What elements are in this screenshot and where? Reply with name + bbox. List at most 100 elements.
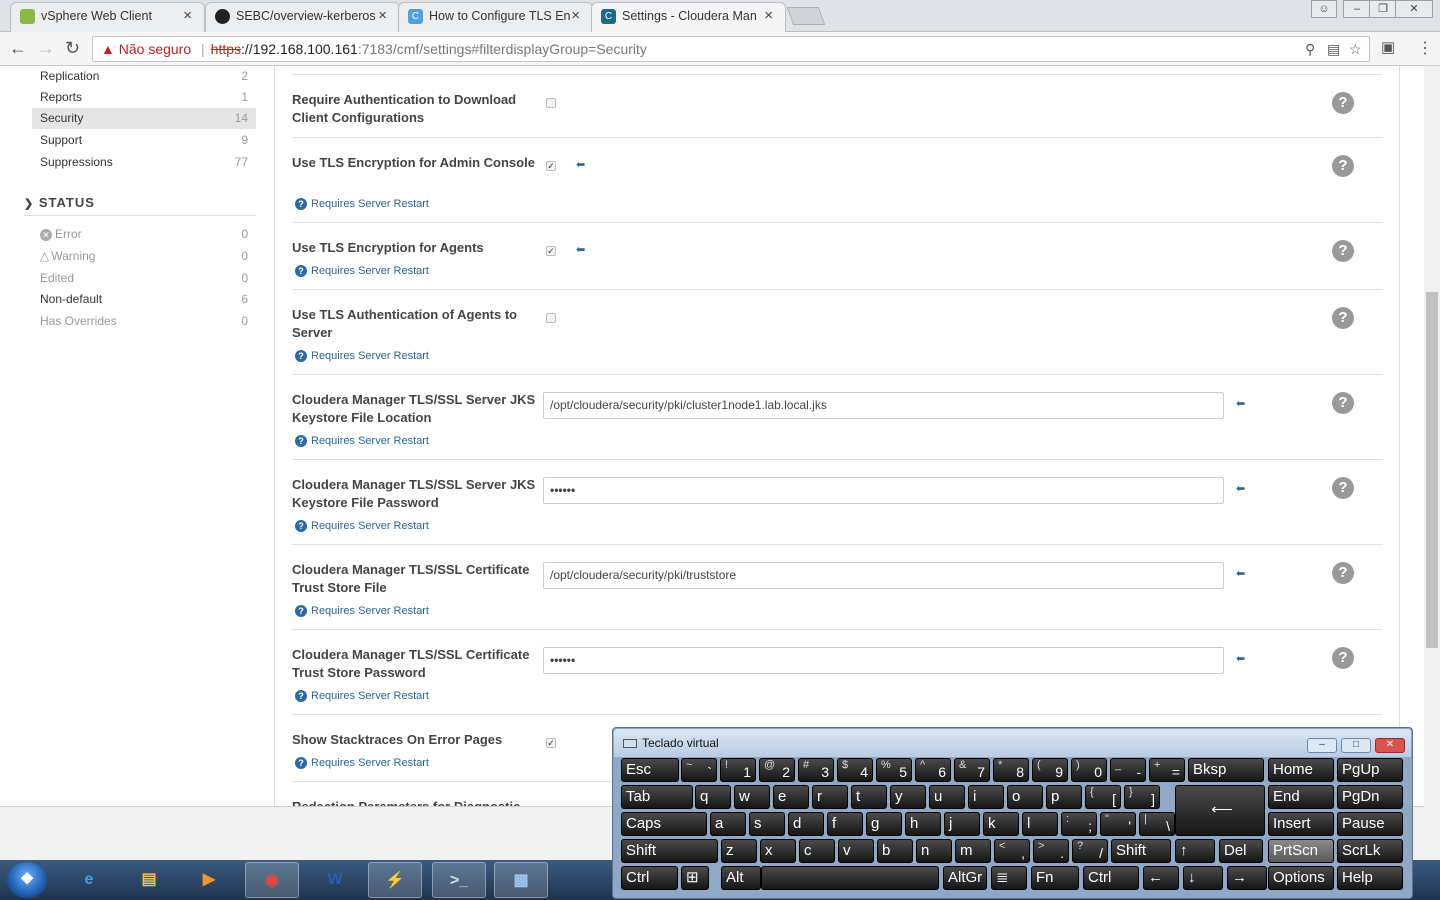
key-b[interactable]: b xyxy=(877,839,913,863)
key-symbol[interactable]: >. xyxy=(1033,839,1069,863)
key-symbol[interactable]: " ' xyxy=(1100,812,1136,836)
putty-icon[interactable]: ⚡ xyxy=(368,862,422,898)
key-bksp[interactable]: Bksp xyxy=(1188,758,1264,782)
key-windows-icon[interactable]: ⊞ xyxy=(681,866,709,890)
key-pgup[interactable]: PgUp xyxy=(1337,758,1403,782)
key-symbol[interactable]: → xyxy=(1227,866,1267,890)
key-u[interactable]: u xyxy=(929,785,965,809)
help-icon[interactable]: ? xyxy=(1332,647,1354,669)
key-v[interactable]: v xyxy=(838,839,874,863)
key-t[interactable]: t xyxy=(851,785,887,809)
keyboard-title-bar[interactable]: Teclado virtual – □ ✕ xyxy=(614,729,1411,757)
minimize-button[interactable]: – xyxy=(1307,738,1337,753)
status-item-error[interactable]: ✕ Error 0 xyxy=(32,224,256,245)
page-scrollbar[interactable] xyxy=(1424,66,1440,860)
setting-checkbox[interactable]: ✓ xyxy=(546,738,556,748)
keystore-location-input[interactable]: /opt/cloudera/security/pki/cluster1node1… xyxy=(543,392,1224,419)
key-symbol[interactable]: | \ xyxy=(1139,812,1175,836)
key-symbol[interactable]: :; xyxy=(1061,812,1097,836)
key-ctrl[interactable]: Ctrl xyxy=(621,866,678,890)
key-6[interactable]: ^ 6 xyxy=(915,758,951,782)
key-o[interactable]: o xyxy=(1007,785,1043,809)
key-r[interactable]: r xyxy=(812,785,848,809)
key-insert[interactable]: Insert xyxy=(1268,812,1334,836)
key-y[interactable]: y xyxy=(890,785,926,809)
key-menu-icon[interactable]: ≣ xyxy=(991,866,1027,890)
word-icon[interactable]: W xyxy=(308,862,362,898)
key-esc[interactable]: Esc xyxy=(621,758,679,782)
key-symbol[interactable]: ↓ xyxy=(1183,866,1223,890)
menu-icon[interactable]: ⋮ xyxy=(1417,38,1433,58)
status-item-has-overrides[interactable]: Has Overrides 0 xyxy=(32,311,256,332)
close-icon[interactable]: × xyxy=(183,3,192,29)
zoom-icon[interactable]: ⚲ xyxy=(1305,37,1315,61)
key-symbol[interactable]: _ - xyxy=(1110,758,1146,782)
scrollbar-thumb[interactable] xyxy=(1426,292,1438,648)
tab-github[interactable]: SEBC/overview-kerberos × xyxy=(205,2,400,32)
key-w[interactable]: w xyxy=(734,785,770,809)
key-k[interactable]: k xyxy=(983,812,1019,836)
sidebar-item-suppressions[interactable]: Suppressions 77 xyxy=(32,152,256,173)
tab-settings[interactable]: C Settings - Cloudera Man × xyxy=(591,2,786,33)
setting-checkbox[interactable]: ✓ xyxy=(546,161,556,171)
setting-checkbox[interactable] xyxy=(546,98,556,108)
key-ctrl[interactable]: Ctrl xyxy=(1083,866,1139,890)
key-7[interactable]: & 7 xyxy=(954,758,990,782)
key-options[interactable]: Options xyxy=(1268,866,1334,890)
url-bar[interactable]: ▲ Não seguro | https://192.168.100.161:71… xyxy=(92,36,1370,62)
key-d[interactable]: d xyxy=(788,812,824,836)
key-alt[interactable]: Alt xyxy=(721,866,761,890)
key-symbol[interactable]: ? / xyxy=(1072,839,1108,863)
extension-icon[interactable]: ▣ xyxy=(1381,38,1395,56)
key-m[interactable]: m xyxy=(955,839,991,863)
help-icon[interactable]: ? xyxy=(1332,155,1354,177)
truststore-password-input[interactable]: •••••• xyxy=(543,647,1224,674)
key-help[interactable]: Help xyxy=(1337,866,1403,890)
key-shift[interactable]: Shift xyxy=(1111,839,1171,863)
key-pgdn[interactable]: PgDn xyxy=(1337,785,1403,809)
sidebar-item-replication[interactable]: Replication 2 xyxy=(32,66,256,87)
status-item-edited[interactable]: Edited 0 xyxy=(32,268,256,289)
key-symbol[interactable]: <, xyxy=(994,839,1030,863)
reset-default-icon[interactable]: ⬅ xyxy=(1236,652,1245,665)
truststore-file-input[interactable]: /opt/cloudera/security/pki/truststore xyxy=(543,562,1224,589)
key-4[interactable]: $4 xyxy=(837,758,873,782)
help-icon[interactable]: ? xyxy=(1332,477,1354,499)
media-icon[interactable]: ▶ xyxy=(182,862,236,898)
key-3[interactable]: #3 xyxy=(798,758,834,782)
help-icon[interactable]: ? xyxy=(1332,562,1354,584)
reset-default-icon[interactable]: ⬅ xyxy=(576,158,585,171)
key-altgr[interactable]: AltGr xyxy=(943,866,987,890)
key-n[interactable]: n xyxy=(916,839,952,863)
key-g[interactable]: g xyxy=(866,812,902,836)
help-icon[interactable]: ? xyxy=(1332,92,1354,114)
key-end[interactable]: End xyxy=(1268,785,1334,809)
keystore-password-input[interactable]: •••••• xyxy=(543,477,1224,504)
reset-default-icon[interactable]: ⬅ xyxy=(1236,567,1245,580)
sidebar-item-support[interactable]: Support 9 xyxy=(32,130,256,151)
key-5[interactable]: % 5 xyxy=(876,758,912,782)
reset-default-icon[interactable]: ⬅ xyxy=(1236,482,1245,495)
close-icon[interactable]: × xyxy=(571,3,580,29)
key-h[interactable]: h xyxy=(905,812,941,836)
profile-icon[interactable]: ☺ xyxy=(1311,0,1337,18)
setting-checkbox[interactable]: ✓ xyxy=(546,246,556,256)
key-shift[interactable]: Shift xyxy=(621,839,718,863)
cmd-icon[interactable]: >_ xyxy=(432,862,486,898)
tab-cloudera-tls[interactable]: C How to Configure TLS En × xyxy=(398,2,593,32)
close-button[interactable]: ✕ xyxy=(1375,738,1405,753)
ie-icon[interactable]: e xyxy=(62,862,116,898)
key-i[interactable]: i xyxy=(968,785,1004,809)
security-label[interactable]: Não seguro xyxy=(119,41,191,57)
status-item-non-default[interactable]: Non-default 6 xyxy=(32,289,256,310)
key-enter[interactable]: ⟵ xyxy=(1175,785,1265,836)
status-section-header[interactable]: ❯ STATUS xyxy=(24,194,256,216)
close-icon[interactable]: × xyxy=(378,3,387,29)
key-8[interactable]: * 8 xyxy=(993,758,1029,782)
key-l[interactable]: l xyxy=(1022,812,1058,836)
close-icon[interactable]: × xyxy=(764,3,773,29)
key-symbol[interactable]: + = xyxy=(1149,758,1185,782)
translate-icon[interactable]: ▤ xyxy=(1327,37,1340,61)
help-icon[interactable]: ? xyxy=(1332,240,1354,262)
key-fn[interactable]: Fn xyxy=(1031,866,1079,890)
